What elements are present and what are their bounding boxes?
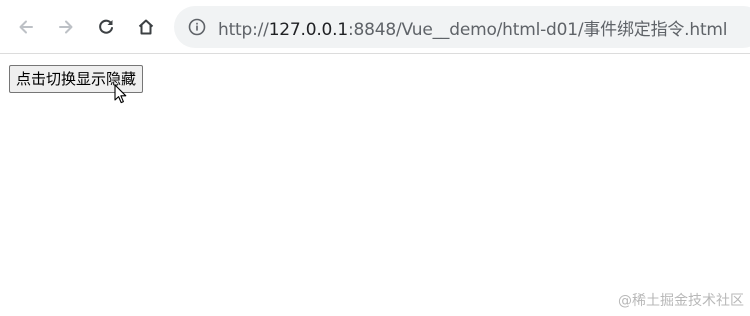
home-icon <box>136 17 156 37</box>
url-path: :8848/Vue__demo/html-d01/事件绑定指令.html <box>348 19 728 40</box>
arrow-right-icon <box>56 17 76 37</box>
url-host: 127.0.0.1 <box>268 19 349 40</box>
info-icon[interactable] <box>188 18 206 36</box>
back-button[interactable] <box>9 10 43 44</box>
url-text: http://127.0.0.1:8848/Vue__demo/html-d01… <box>218 15 728 40</box>
watermark: @稀土掘金技术社区 <box>618 293 744 309</box>
reload-button[interactable] <box>89 10 123 44</box>
page-content: 点击切换显示隐藏 <box>0 55 750 316</box>
address-bar[interactable]: http://127.0.0.1:8848/Vue__demo/html-d01… <box>174 6 750 48</box>
arrow-left-icon <box>16 17 36 37</box>
reload-icon <box>96 17 116 37</box>
mouse-pointer-icon <box>114 84 128 110</box>
forward-button[interactable] <box>49 10 83 44</box>
browser-toolbar: http://127.0.0.1:8848/Vue__demo/html-d01… <box>0 0 750 54</box>
url-scheme: http:// <box>218 19 269 40</box>
home-button[interactable] <box>129 10 163 44</box>
